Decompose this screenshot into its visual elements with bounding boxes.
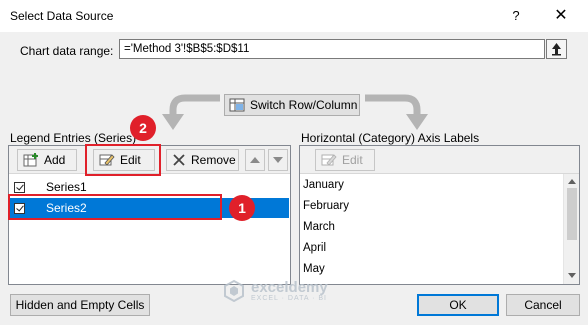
move-down-button[interactable]	[268, 149, 288, 171]
add-icon	[23, 153, 38, 167]
switch-row-column-label: Switch Row/Column	[250, 98, 358, 112]
axis-toolbar: Edit	[300, 146, 579, 174]
axis-edit-label: Edit	[342, 153, 363, 167]
axis-label-item: April	[303, 242, 327, 254]
exceldemy-logo-icon	[224, 279, 244, 303]
axis-labels-panel: Edit January February March April May	[299, 145, 580, 285]
axis-label-item: May	[303, 263, 325, 275]
remove-label: Remove	[191, 153, 236, 167]
axis-label-item: March	[303, 221, 335, 233]
move-down-icon	[273, 157, 283, 163]
cancel-label: Cancel	[524, 298, 562, 312]
cancel-button[interactable]: Cancel	[506, 294, 580, 316]
scroll-thumb[interactable]	[567, 188, 577, 240]
series-1-checkbox[interactable]	[14, 181, 25, 193]
chart-range-input[interactable]: ='Method 3'!$B$5:$D$11	[119, 39, 545, 59]
edit-icon	[321, 154, 337, 166]
hidden-empty-cells-button[interactable]: Hidden and Empty Cells	[10, 294, 150, 316]
series-1-label: Series1	[46, 180, 87, 194]
chart-range-label: Chart data range:	[20, 44, 114, 58]
switch-row-column-button[interactable]: Switch Row/Column	[224, 94, 360, 116]
watermark-tagline: EXCEL · DATA · BI	[251, 295, 327, 302]
help-button[interactable]: ?	[506, 6, 526, 26]
hidden-empty-cells-label: Hidden and Empty Cells	[15, 298, 145, 312]
edit-highlight-box	[85, 144, 161, 176]
add-series-button[interactable]: Add	[17, 149, 77, 171]
axis-labels-title: Horizontal (Category) Axis Labels	[301, 131, 480, 145]
axis-label-item: February	[303, 200, 350, 212]
series2-highlight-box	[8, 194, 222, 220]
watermark-name: exceldemy	[251, 279, 328, 296]
move-up-icon	[250, 157, 260, 163]
switch-row-column-icon	[229, 98, 245, 112]
axis-label-item: January	[303, 179, 344, 191]
collapse-arrow-icon	[552, 43, 561, 56]
ok-button[interactable]: OK	[417, 294, 499, 316]
remove-icon	[173, 154, 185, 166]
axis-labels-scrollbar[interactable]	[563, 174, 579, 284]
step-1-badge: 1	[229, 195, 255, 221]
legend-entries-title: Legend Entries (Series)	[10, 131, 137, 145]
step-2-badge: 2	[130, 115, 156, 141]
move-up-button[interactable]	[245, 149, 265, 171]
add-label: Add	[44, 153, 66, 167]
collapse-dialog-button[interactable]	[546, 39, 567, 59]
watermark: exceldemy EXCEL · DATA · BI	[222, 279, 328, 303]
edit-axis-labels-button[interactable]: Edit	[315, 149, 375, 171]
ok-label: OK	[449, 298, 467, 312]
dialog-title: Select Data Source	[10, 9, 114, 23]
remove-series-button[interactable]: Remove	[166, 149, 239, 171]
scroll-up-icon[interactable]	[567, 177, 577, 185]
scroll-down-icon[interactable]	[567, 272, 577, 280]
close-button[interactable]: ✕	[548, 4, 574, 28]
